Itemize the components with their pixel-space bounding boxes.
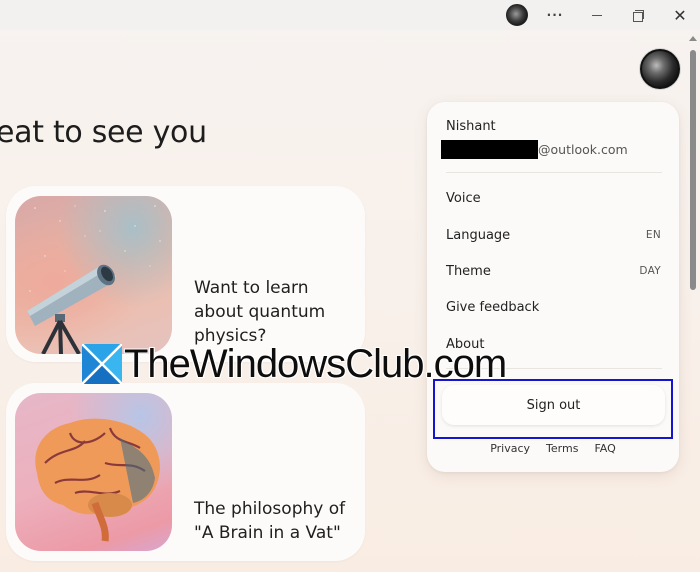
user-email: @outlook.com: [441, 139, 628, 159]
close-icon: ✕: [673, 5, 687, 25]
faq-link[interactable]: FAQ: [594, 442, 615, 455]
user-name: Nishant: [446, 119, 496, 134]
sign-out-button[interactable]: Sign out: [442, 385, 665, 425]
minimize-icon: [592, 14, 602, 16]
menu-item-value: DAY: [639, 265, 661, 277]
close-button[interactable]: ✕: [660, 0, 700, 30]
watermark-text: TheWindowsClub.com: [124, 342, 507, 386]
card-title: Want to learn about quantum physics?: [194, 278, 326, 346]
account-menu-panel: Nishant @outlook.com Voice Language EN T…: [427, 102, 679, 472]
profile-avatar-button[interactable]: [640, 49, 680, 89]
brain-image: [15, 393, 172, 551]
greeting-heading: eat to see you: [0, 115, 207, 150]
scrollbar-thumb[interactable]: [690, 50, 696, 290]
minimize-button[interactable]: [577, 0, 617, 30]
titlebar-avatar-icon[interactable]: [506, 4, 528, 26]
title-bar: ··· ✕: [0, 0, 700, 30]
scroll-up-arrow-icon[interactable]: [689, 36, 697, 41]
maximize-button[interactable]: [618, 0, 658, 30]
menu-item-theme[interactable]: Theme DAY: [427, 256, 679, 286]
suggestion-card-quantum-physics[interactable]: Want to learn about quantum physics?: [6, 186, 365, 362]
terms-link[interactable]: Terms: [546, 442, 578, 455]
more-options-button[interactable]: ···: [535, 0, 575, 30]
watermark: TheWindowsClub.com: [82, 342, 507, 386]
sign-out-label: Sign out: [526, 397, 581, 413]
privacy-link[interactable]: Privacy: [490, 442, 530, 455]
menu-item-label: Give feedback: [446, 299, 540, 315]
telescope-icon: [27, 205, 161, 354]
telescope-image: [15, 196, 172, 354]
more-icon: ···: [546, 8, 564, 22]
menu-item-value: EN: [645, 229, 661, 241]
email-domain: @outlook.com: [538, 141, 628, 157]
card-title: The philosophy of "A Brain in a Vat": [194, 499, 346, 543]
suggestion-card-brain-in-vat[interactable]: The philosophy of "A Brain in a Vat": [6, 383, 365, 561]
windows-club-logo-icon: [82, 344, 122, 384]
menu-item-label: Voice: [446, 190, 481, 206]
brain-icon: [35, 418, 160, 542]
footer-links: Privacy Terms FAQ: [427, 442, 679, 455]
divider: [446, 172, 662, 173]
menu-item-voice[interactable]: Voice: [427, 183, 679, 213]
menu-item-language[interactable]: Language EN: [427, 220, 679, 250]
menu-item-label: Language: [446, 227, 511, 243]
menu-item-label: Theme: [446, 263, 491, 279]
email-redaction: [441, 139, 538, 159]
menu-item-give-feedback[interactable]: Give feedback: [427, 292, 679, 322]
restore-icon: [633, 10, 644, 22]
